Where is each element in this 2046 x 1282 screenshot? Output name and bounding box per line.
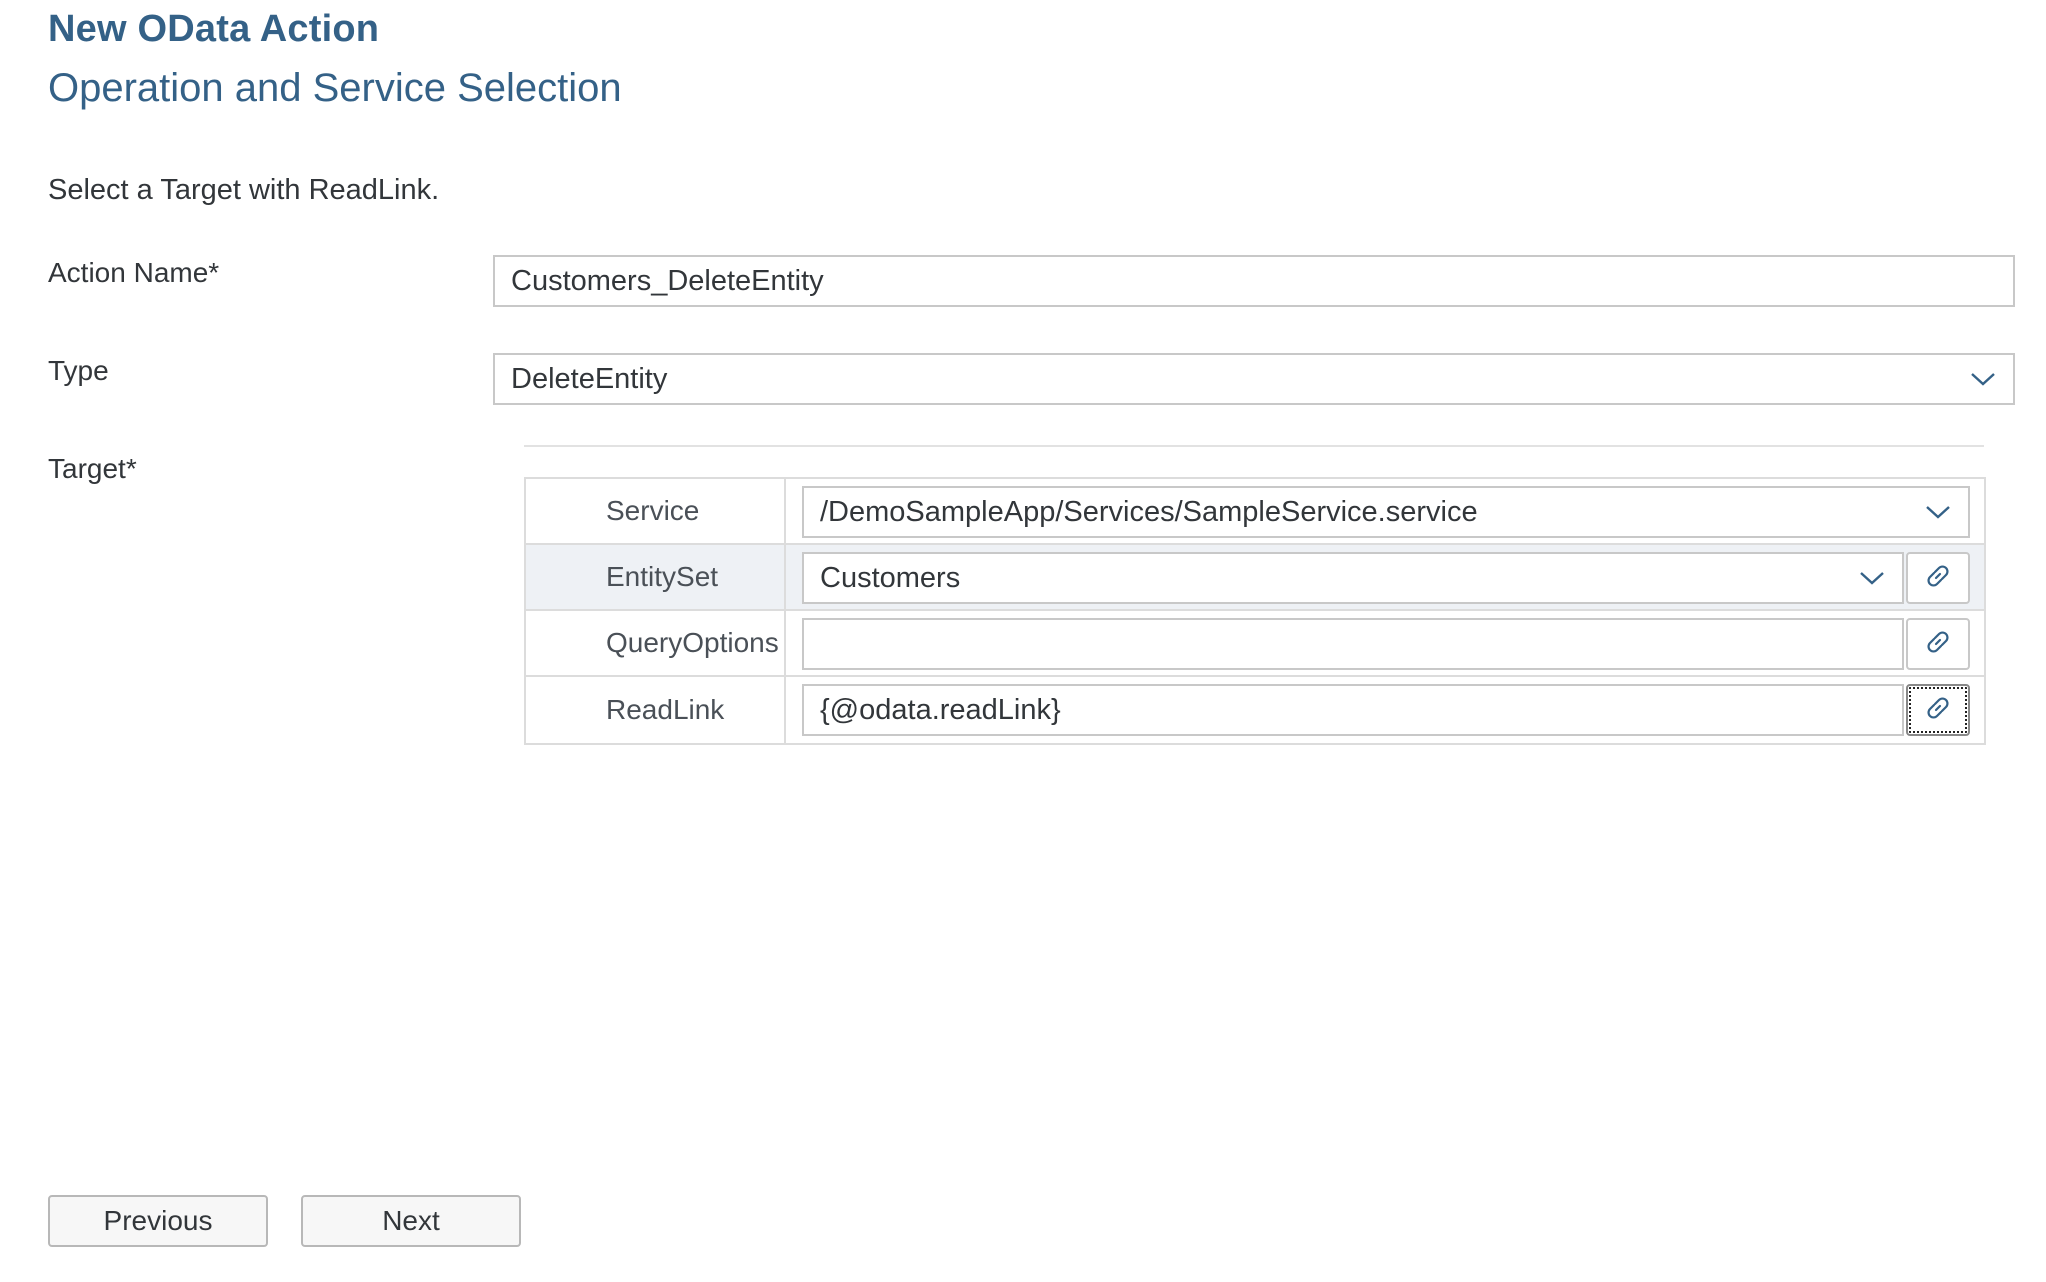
chevron-down-icon[interactable] [1908,488,1968,536]
target-row-entityset: EntitySet Customers [526,545,1984,611]
type-select[interactable]: DeleteEntity [493,353,2015,405]
target-divider [524,445,1984,447]
readlink-binding-button[interactable] [1906,684,1970,736]
target-row-service: Service /DemoSampleApp/Services/SampleSe… [526,479,1984,545]
page-title: New OData Action [48,8,380,50]
odata-action-wizard: New OData Action Operation and Service S… [0,0,2046,1282]
queryoptions-binding-button[interactable] [1906,618,1970,670]
previous-button[interactable]: Previous [48,1195,268,1247]
entityset-select-value: Customers [820,561,961,594]
link-icon [1923,627,1953,662]
type-select-value: DeleteEntity [511,362,668,395]
type-label: Type [48,355,109,386]
chevron-down-icon[interactable] [1953,355,2013,403]
service-select-value: /DemoSampleApp/Services/SampleService.se… [820,495,1478,528]
queryoptions-input[interactable] [802,618,1904,670]
entityset-binding-button[interactable] [1906,552,1970,604]
chevron-down-icon[interactable] [1842,554,1902,602]
service-select[interactable]: /DemoSampleApp/Services/SampleService.se… [802,486,1970,538]
target-row-queryoptions: QueryOptions [526,611,1984,677]
next-button[interactable]: Next [301,1195,521,1247]
target-table: Service /DemoSampleApp/Services/SampleSe… [524,477,1986,745]
action-name-input[interactable] [493,255,2015,307]
target-row-label: ReadLink [526,677,786,743]
action-name-label: Action Name* [48,257,220,288]
link-icon [1923,561,1953,596]
target-row-label: QueryOptions [526,611,786,675]
target-row-readlink: ReadLink [526,677,1984,743]
link-icon [1923,693,1953,728]
readlink-input[interactable] [802,684,1904,736]
target-row-label: EntitySet [526,545,786,609]
target-label: Target* [48,453,137,484]
page-subtitle: Operation and Service Selection [48,66,622,110]
target-row-label: Service [526,479,786,543]
instruction-text: Select a Target with ReadLink. [48,174,440,206]
entityset-select[interactable]: Customers [802,552,1904,604]
